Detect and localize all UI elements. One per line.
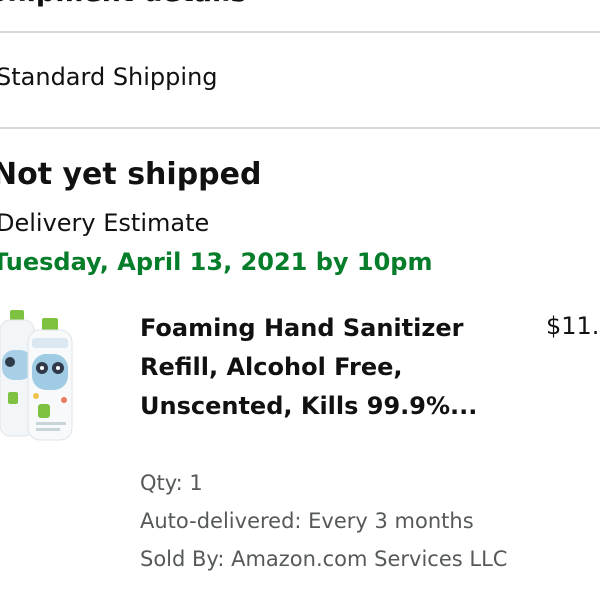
divider <box>0 31 600 33</box>
item-price: $11. <box>546 312 600 340</box>
divider <box>0 127 600 129</box>
delivery-estimate-label: Delivery Estimate <box>0 209 210 237</box>
sold-by: Sold By: Amazon.com Services LLC <box>140 547 508 571</box>
delivery-estimate-date: Tuesday, April 13, 2021 by 10pm <box>0 248 433 276</box>
product-title-link[interactable]: Foaming Hand Sanitizer Refill, Alcohol F… <box>140 309 480 426</box>
product-bottles-image[interactable] <box>0 310 78 442</box>
item-quantity: Qty: 1 <box>140 471 203 495</box>
shipping-method: Standard Shipping <box>0 63 218 91</box>
auto-delivery-frequency: Auto-delivered: Every 3 months <box>140 509 474 533</box>
section-title: Shipment details <box>0 0 247 10</box>
shipment-status: Not yet shipped <box>0 157 262 192</box>
product-bottles-icon <box>0 310 73 441</box>
